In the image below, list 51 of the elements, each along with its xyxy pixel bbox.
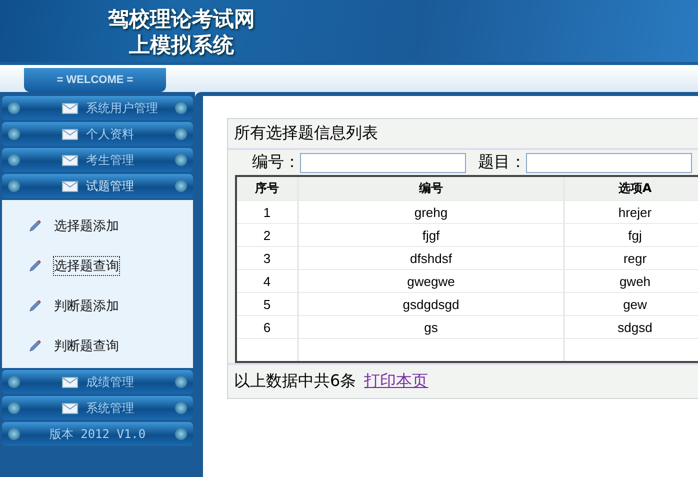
- site-title: 上模拟系统: [128, 32, 235, 58]
- submenu-link[interactable]: 判断题添加: [54, 297, 119, 315]
- pencil-icon: [28, 219, 42, 233]
- table-cell: gsdgdsgd: [298, 292, 564, 316]
- pencil-icon: [28, 339, 42, 353]
- submenu-link[interactable]: 选择题查询: [54, 257, 119, 275]
- column-header: 编号: [298, 177, 564, 200]
- table-cell: gew: [564, 292, 698, 316]
- table-cell: gweh: [564, 270, 698, 292]
- site-title: 驾校理论考试网: [108, 6, 255, 32]
- column-header: 选项A: [564, 177, 698, 200]
- filter-label: 题目：: [478, 152, 526, 173]
- print-link[interactable]: 打印本页: [364, 371, 428, 392]
- table-cell: 6: [237, 316, 298, 338]
- envelope-icon: [62, 402, 78, 414]
- table-cell: sdgsd: [564, 316, 698, 338]
- table-cell: gwegwe: [298, 270, 564, 292]
- pencil-icon: [28, 259, 42, 273]
- table-cell: hrejer: [564, 200, 698, 224]
- table-cell: 3: [237, 246, 298, 270]
- envelope-icon: [62, 376, 78, 388]
- menu-button[interactable]: 考生管理: [2, 148, 193, 172]
- submenu-link[interactable]: 选择题添加: [54, 217, 119, 235]
- table-cell: fgj: [564, 224, 698, 246]
- table-cell: fjgf: [298, 224, 564, 246]
- menu-button[interactable]: 试题管理: [2, 174, 193, 198]
- envelope-icon: [62, 154, 78, 166]
- envelope-icon: [62, 180, 78, 192]
- filter-input[interactable]: [300, 152, 466, 172]
- table-cell: dfshdsf: [298, 246, 564, 270]
- table-cell: 4: [237, 270, 298, 292]
- menu-button[interactable]: 成绩管理: [2, 370, 193, 394]
- filter-input[interactable]: [526, 152, 692, 172]
- table-cell: 5: [237, 292, 298, 316]
- panel-title: 所有选择题信息列表: [228, 119, 698, 150]
- table-cell: regr: [564, 246, 698, 270]
- table-cell: 2: [237, 224, 298, 246]
- column-header: 序号: [237, 177, 298, 200]
- pencil-icon: [28, 299, 42, 313]
- table-cell: 1: [237, 200, 298, 224]
- table-cell: grehg: [298, 200, 564, 224]
- menu-button[interactable]: 系统管理: [2, 396, 193, 420]
- menu-button[interactable]: 个人资料: [2, 122, 193, 146]
- table-cell: gs: [298, 316, 564, 338]
- submenu-link[interactable]: 判断题查询: [54, 337, 119, 355]
- version-bar: 版本 2012 V1.0: [2, 422, 193, 446]
- menu-button[interactable]: 系统用户管理: [2, 96, 193, 120]
- envelope-icon: [62, 102, 78, 114]
- record-count: 以上数据中共6条: [234, 371, 356, 392]
- filter-label: 编号：: [252, 152, 300, 173]
- envelope-icon: [62, 128, 78, 140]
